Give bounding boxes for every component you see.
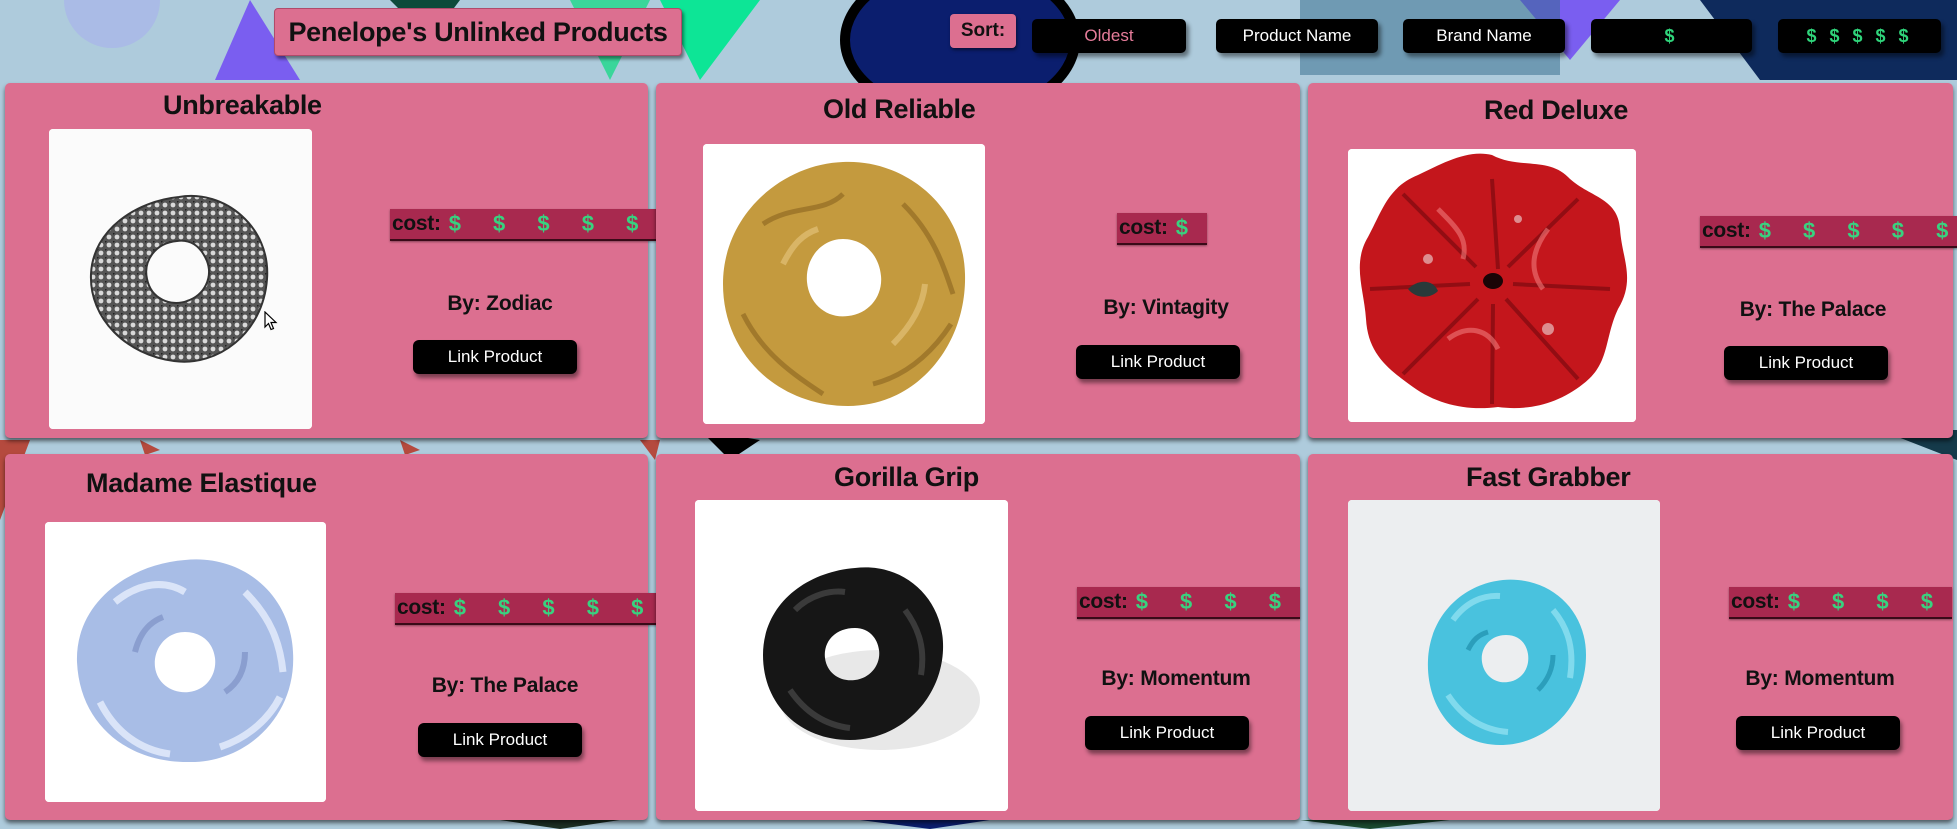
sort-oldest-button[interactable]: Oldest xyxy=(1032,19,1186,53)
cost-label: cost: xyxy=(1731,590,1780,613)
cost-indicator: cost: $ $ $ $ $ xyxy=(390,209,658,241)
cost-label: cost: xyxy=(397,596,446,619)
sort-label: Sort: xyxy=(950,14,1016,48)
cost-indicator: cost: $ xyxy=(1117,213,1207,245)
product-card: Madame Elastique cost: $ $ $ $ $ By: The… xyxy=(5,454,663,820)
cost-indicator: cost: $ $ $ $ $ xyxy=(395,593,663,625)
product-image xyxy=(49,129,312,429)
product-brand: By: The Palace xyxy=(1739,298,1887,321)
product-brand: By: The Palace xyxy=(431,674,579,697)
link-product-button[interactable]: Link Product xyxy=(1076,345,1240,379)
cost-label: cost: xyxy=(1702,219,1751,242)
header-bar: Penelope's Unlinked Products Sort: Oldes… xyxy=(0,0,1957,80)
product-title: Red Deluxe xyxy=(1484,95,1629,125)
link-product-button[interactable]: Link Product xyxy=(1724,346,1888,380)
sort-high-cost-button[interactable]: $ $ $ $ $ xyxy=(1778,19,1941,53)
cost-dollars: $ $ $ $ $ xyxy=(448,211,652,236)
page-title: Penelope's Unlinked Products xyxy=(274,8,682,56)
product-card: Fast Grabber cost: $ $ $ $ By: Momentum … xyxy=(1308,454,1953,820)
product-title: Gorilla Grip xyxy=(834,462,979,492)
cost-indicator: cost: $ $ $ $ xyxy=(1729,587,1952,619)
product-image xyxy=(1348,500,1660,811)
cost-label: cost: xyxy=(392,212,441,235)
product-card: Red Deluxe cost: $ $ $ $ $ By: The Palac… xyxy=(1308,83,1957,438)
cost-indicator: cost: $ $ $ $ xyxy=(1077,587,1300,619)
product-brand: By: Zodiac xyxy=(447,292,553,315)
sort-product-name-button[interactable]: Product Name xyxy=(1216,19,1378,53)
cost-label: cost: xyxy=(1079,590,1128,613)
link-product-button[interactable]: Link Product xyxy=(1085,716,1249,750)
sort-low-cost-button[interactable]: $ xyxy=(1591,19,1752,53)
product-title: Fast Grabber xyxy=(1466,462,1631,492)
cost-dollars: $ $ $ $ xyxy=(1787,589,1946,614)
product-image xyxy=(45,522,326,802)
product-brand: By: Momentum xyxy=(1745,667,1895,690)
product-card: Gorilla Grip cost: $ $ $ $ By: Momentum … xyxy=(656,454,1300,820)
cost-label: cost: xyxy=(1119,216,1168,239)
product-brand: By: Vintagity xyxy=(1103,296,1229,319)
product-card: Old Reliable cost: $ By: Vintagity Link … xyxy=(656,83,1300,438)
link-product-button[interactable]: Link Product xyxy=(418,723,582,757)
sort-brand-name-button[interactable]: Brand Name xyxy=(1403,19,1565,53)
cost-dollars: $ $ $ $ $ xyxy=(1758,218,1957,243)
cost-dollars: $ $ $ $ $ xyxy=(453,595,657,620)
product-image xyxy=(1348,149,1636,422)
link-product-button[interactable]: Link Product xyxy=(1736,716,1900,750)
link-product-button[interactable]: Link Product xyxy=(413,340,577,374)
cost-indicator: cost: $ $ $ $ $ xyxy=(1700,216,1957,248)
product-title: Madame Elastique xyxy=(86,468,317,498)
cost-dollars: $ xyxy=(1175,215,1201,240)
product-image xyxy=(703,144,985,424)
product-title: Old Reliable xyxy=(823,94,976,124)
product-brand: By: Momentum xyxy=(1101,667,1251,690)
product-title: Unbreakable xyxy=(163,90,322,120)
cost-dollars: $ $ $ $ xyxy=(1135,589,1294,614)
product-card: Unbreakable cost: $ $ $ $ $ By: Zodiac L… xyxy=(5,83,658,438)
product-image xyxy=(695,500,1008,811)
mouse-cursor-icon xyxy=(264,311,278,331)
